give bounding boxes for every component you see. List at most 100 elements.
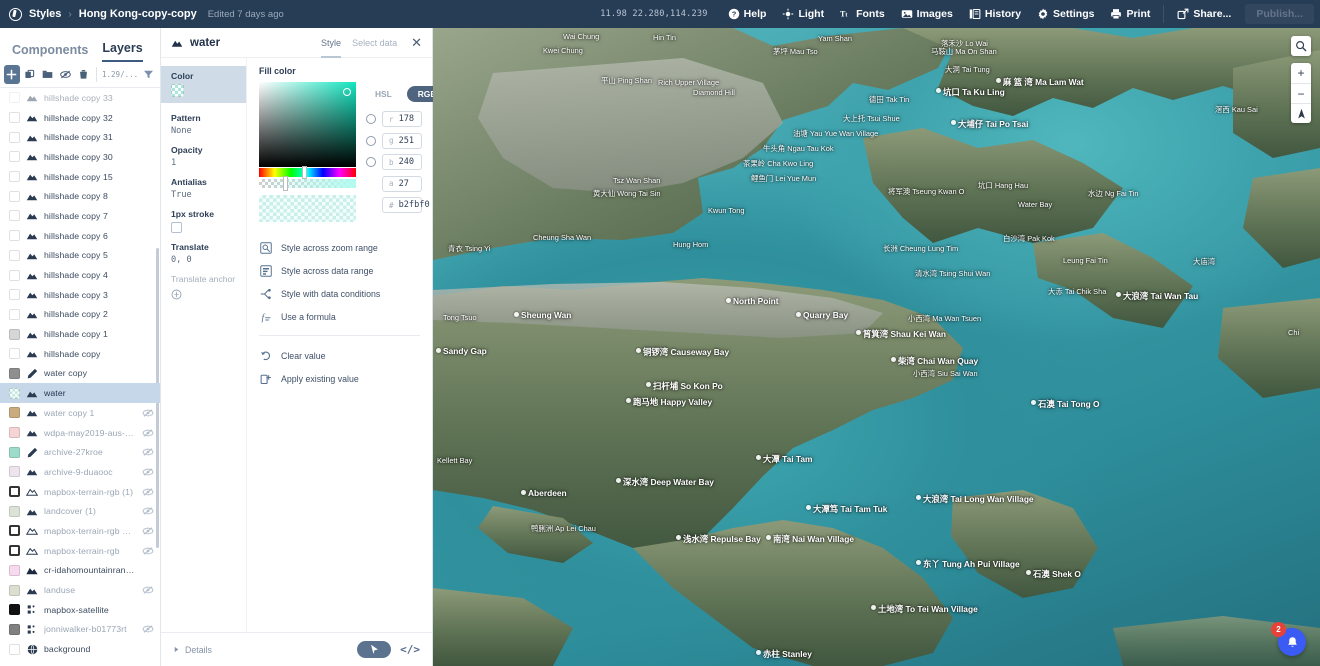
red-input[interactable]: r 178: [382, 111, 422, 127]
layer-row[interactable]: mapbox-terrain-rgb (1): [0, 482, 160, 502]
breadcrumb-current[interactable]: Hong Kong-copy-copy: [79, 8, 197, 20]
app-logo-icon[interactable]: [9, 8, 22, 21]
layer-hidden-icon[interactable]: [141, 545, 154, 557]
filter-button[interactable]: [140, 65, 156, 84]
layer-color-swatch[interactable]: [9, 486, 20, 497]
breadcrumb-root[interactable]: Styles: [29, 8, 61, 20]
layer-color-swatch[interactable]: [9, 348, 20, 359]
layer-color-swatch[interactable]: [9, 112, 20, 123]
layer-row[interactable]: hillshade copy 2: [0, 305, 160, 325]
layer-color-swatch[interactable]: [9, 368, 20, 379]
layer-row[interactable]: archive-27kroe: [0, 442, 160, 462]
style-across-zoom-range-button[interactable]: Style across zoom range: [259, 236, 432, 259]
property-antialias[interactable]: Antialias True: [161, 177, 246, 200]
layer-color-swatch[interactable]: [9, 289, 20, 300]
notifications-button[interactable]: 2: [1278, 628, 1306, 656]
saturation-value-area[interactable]: [259, 82, 356, 167]
use-a-formula-button[interactable]: f Use a formula: [259, 305, 432, 328]
layer-color-swatch[interactable]: [9, 191, 20, 202]
style-across-data-range-button[interactable]: Style across data range: [259, 259, 432, 282]
layer-hidden-icon[interactable]: [141, 623, 154, 635]
property-opacity[interactable]: Opacity 1: [161, 145, 246, 168]
hue-knob[interactable]: [302, 166, 307, 179]
layer-color-swatch[interactable]: [9, 565, 20, 576]
alpha-input[interactable]: a 27: [382, 176, 422, 192]
share-button[interactable]: Share...: [1169, 0, 1239, 28]
layer-color-swatch[interactable]: [9, 466, 20, 477]
stroke-checkbox[interactable]: [171, 222, 182, 233]
layer-color-swatch[interactable]: [9, 171, 20, 182]
layer-row[interactable]: hillshade copy 32: [0, 108, 160, 128]
layer-color-swatch[interactable]: [9, 132, 20, 143]
layer-row[interactable]: hillshade copy 30: [0, 147, 160, 167]
layer-color-swatch[interactable]: [9, 525, 20, 536]
layer-hidden-icon[interactable]: [141, 525, 154, 537]
publish-button[interactable]: Publish...: [1245, 4, 1314, 24]
hide-layer-button[interactable]: [58, 65, 74, 84]
radio-g[interactable]: [366, 136, 376, 146]
apply-existing-value-button[interactable]: Apply existing value: [259, 367, 432, 390]
layer-color-swatch[interactable]: [9, 407, 20, 418]
layer-row[interactable]: hillshade copy 4: [0, 265, 160, 285]
property-pattern[interactable]: Pattern None: [161, 113, 246, 136]
radio-b[interactable]: [366, 157, 376, 167]
layer-row[interactable]: water: [0, 383, 160, 403]
code-view-button[interactable]: </>: [400, 643, 420, 656]
layer-color-swatch[interactable]: [9, 230, 20, 241]
layer-hidden-icon[interactable]: [141, 407, 154, 419]
layer-row[interactable]: archive-9-duaooc: [0, 462, 160, 482]
layer-row[interactable]: landcover (1): [0, 501, 160, 521]
map-search-button[interactable]: [1291, 36, 1311, 56]
layer-color-swatch[interactable]: [9, 624, 20, 635]
layer-color-swatch[interactable]: [9, 250, 20, 261]
layer-hidden-icon[interactable]: [141, 505, 154, 517]
layer-row[interactable]: cr-idahomountainranges-pu...: [0, 561, 160, 581]
layer-color-swatch[interactable]: [9, 585, 20, 596]
alpha-knob[interactable]: [283, 176, 288, 191]
property-1px-stroke[interactable]: 1px stroke: [161, 209, 246, 233]
layer-row[interactable]: water copy 1: [0, 403, 160, 423]
layer-color-swatch[interactable]: [9, 427, 20, 438]
layer-row[interactable]: hillshade copy 33: [0, 88, 160, 108]
zoom-out-button[interactable]: −: [1291, 83, 1311, 103]
layer-color-swatch[interactable]: [9, 604, 20, 615]
images-button[interactable]: Images: [893, 0, 961, 28]
cursor-toggle-button[interactable]: [357, 641, 391, 658]
layer-hidden-icon[interactable]: [141, 466, 154, 478]
layer-row[interactable]: landuse: [0, 580, 160, 600]
compass-button[interactable]: [1291, 103, 1311, 123]
style-with-data-conditions-button[interactable]: Style with data conditions: [259, 282, 432, 305]
layer-row[interactable]: hillshade copy 8: [0, 186, 160, 206]
layer-hidden-icon[interactable]: [141, 427, 154, 439]
layer-row[interactable]: jonniwalker-b01773rt: [0, 620, 160, 640]
layer-row[interactable]: hillshade copy 1: [0, 324, 160, 344]
details-toggle[interactable]: Details: [173, 645, 212, 655]
print-button[interactable]: Print: [1102, 0, 1158, 28]
layers-list[interactable]: hillshade copy 33hillshade copy 32hillsh…: [0, 88, 160, 666]
property-translate[interactable]: Translate 0, 0: [161, 242, 246, 265]
map-canvas[interactable]: Yam Shan茅坪 Mau TsoHin TinWai ChungKwei C…: [433, 28, 1320, 666]
hue-slider[interactable]: [259, 168, 356, 177]
layer-row[interactable]: hillshade copy 6: [0, 226, 160, 246]
clear-value-button[interactable]: Clear value: [259, 344, 432, 367]
property-color[interactable]: Color: [161, 66, 246, 103]
layer-hidden-icon[interactable]: [141, 584, 154, 596]
layer-row[interactable]: hillshade copy 31: [0, 127, 160, 147]
light-button[interactable]: Light: [774, 0, 832, 28]
close-icon[interactable]: ✕: [408, 35, 422, 51]
layer-color-swatch[interactable]: [9, 388, 20, 399]
mode-hsl[interactable]: HSL: [368, 86, 399, 102]
layer-color-swatch[interactable]: [9, 644, 20, 655]
property-translate-anchor[interactable]: Translate anchor: [161, 274, 246, 305]
layer-hidden-icon[interactable]: [141, 486, 154, 498]
tab-style[interactable]: Style: [321, 28, 341, 58]
layer-row[interactable]: hillshade copy 7: [0, 206, 160, 226]
fonts-button[interactable]: Tt Fonts: [832, 0, 893, 28]
zoom-in-button[interactable]: +: [1291, 63, 1311, 83]
map-viewport[interactable]: Yam Shan茅坪 Mau TsoHin TinWai ChungKwei C…: [433, 28, 1320, 666]
tab-select-data[interactable]: Select data: [352, 28, 397, 58]
layer-row[interactable]: mapbox-terrain-rgb copy: [0, 521, 160, 541]
layer-hidden-icon[interactable]: [141, 446, 154, 458]
layer-row[interactable]: hillshade copy 3: [0, 285, 160, 305]
history-button[interactable]: History: [961, 0, 1029, 28]
